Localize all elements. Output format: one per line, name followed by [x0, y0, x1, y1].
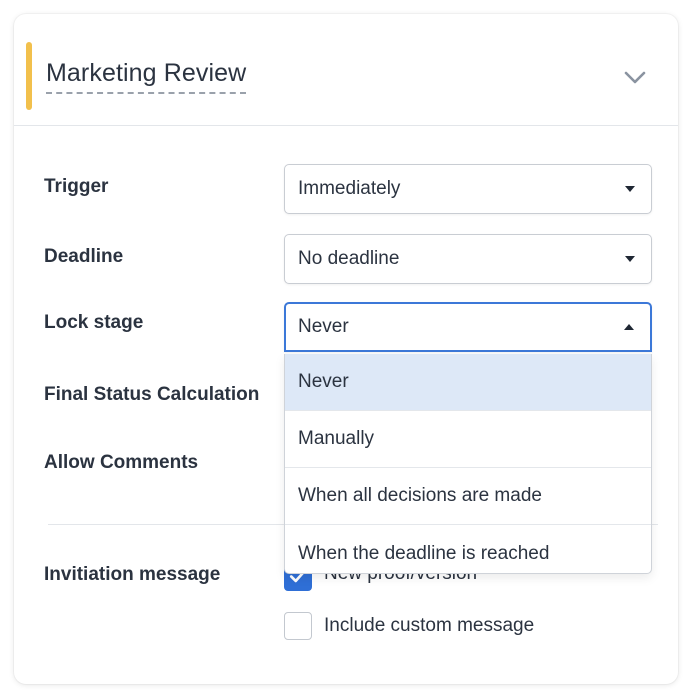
- trigger-select[interactable]: Immediately: [284, 164, 652, 214]
- include-custom-message-checkbox[interactable]: [284, 612, 312, 640]
- lock-stage-option-all-decisions[interactable]: When all decisions are made: [285, 468, 651, 525]
- lock-stage-option-deadline-reached[interactable]: When the deadline is reached: [285, 525, 651, 573]
- workflow-stage-card: Marketing Review Trigger Immediately Dea…: [14, 14, 678, 684]
- stage-title[interactable]: Marketing Review: [46, 58, 247, 94]
- lock-stage-dropdown-menu: Never Manually When all decisions are ma…: [284, 354, 652, 574]
- deadline-select-value: No deadline: [298, 248, 400, 269]
- lock-stage-select-value: Never: [298, 316, 349, 337]
- lock-stage-option-manually[interactable]: Manually: [285, 411, 651, 468]
- allow-comments-label: Allow Comments: [44, 452, 199, 473]
- stage-header: Marketing Review: [14, 14, 678, 126]
- trigger-label: Trigger: [44, 176, 109, 197]
- invitation-message-label: Invitiation message: [44, 564, 221, 585]
- chevron-down-icon[interactable]: [620, 64, 650, 92]
- lock-stage-option-never[interactable]: Never: [285, 354, 651, 411]
- caret-down-icon: [625, 256, 635, 262]
- deadline-select[interactable]: No deadline: [284, 234, 652, 284]
- deadline-label: Deadline: [44, 246, 124, 267]
- lock-stage-label: Lock stage: [44, 312, 144, 333]
- caret-down-icon: [625, 186, 635, 192]
- caret-up-icon: [624, 324, 634, 330]
- trigger-select-value: Immediately: [298, 178, 401, 199]
- stage-color-bar: [26, 42, 32, 110]
- lock-stage-select[interactable]: Never: [284, 302, 652, 352]
- include-custom-message-label[interactable]: Include custom message: [324, 615, 534, 637]
- final-status-calculation-label: Final Status Calculation: [44, 384, 260, 405]
